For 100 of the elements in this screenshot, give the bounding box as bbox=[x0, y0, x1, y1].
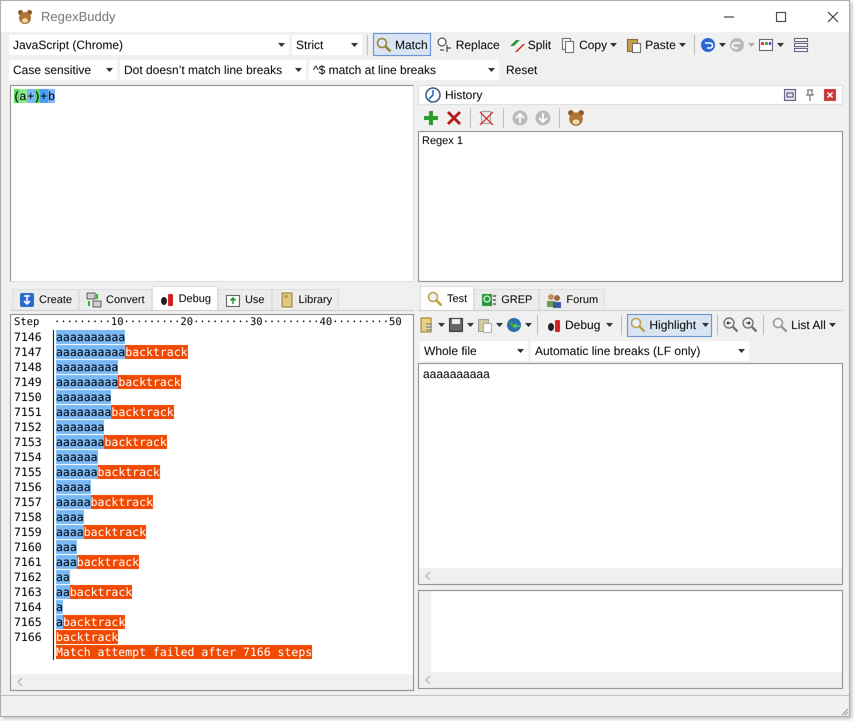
backtrack-label: backtrack bbox=[84, 525, 146, 539]
clear-icon[interactable] bbox=[478, 109, 496, 127]
grep-tab[interactable]: GREP bbox=[474, 289, 540, 310]
horizontal-scrollbar[interactable] bbox=[11, 674, 413, 690]
download-icon bbox=[19, 292, 35, 308]
use-tab[interactable]: Use bbox=[218, 289, 272, 310]
step-number: 7150 bbox=[14, 390, 43, 405]
pin-icon[interactable] bbox=[804, 89, 816, 101]
matched-text: aaaaaaa bbox=[56, 435, 104, 449]
split-button[interactable]: Split bbox=[506, 33, 554, 56]
horizontal-scrollbar[interactable] bbox=[419, 568, 842, 584]
people-icon bbox=[546, 292, 562, 308]
flavor-dropdown[interactable]: JavaScript (Chrome) bbox=[9, 34, 289, 54]
list-all-button[interactable]: List All bbox=[769, 314, 839, 336]
backtrack-label: backtrack bbox=[70, 585, 132, 599]
step-number: 7155 bbox=[14, 465, 43, 480]
save-icon[interactable] bbox=[448, 317, 464, 333]
clipboard-icon[interactable] bbox=[477, 317, 493, 333]
step-number: 7146 bbox=[14, 330, 43, 345]
match-button[interactable]: Match bbox=[373, 33, 431, 56]
step-number: 7159 bbox=[14, 525, 43, 540]
backtrack-label: backtrack bbox=[118, 375, 181, 389]
replace-icon bbox=[436, 36, 453, 52]
caret-icon[interactable] bbox=[496, 323, 503, 327]
debug-button[interactable]: Debug bbox=[543, 314, 616, 336]
caret-icon bbox=[106, 68, 113, 72]
highlight-button[interactable]: Highlight bbox=[627, 314, 712, 336]
step-number: 7166 bbox=[14, 630, 43, 645]
test-tab[interactable]: Test bbox=[420, 286, 474, 310]
bear-icon[interactable] bbox=[567, 109, 585, 127]
test-text: aaaaaaaaaa bbox=[423, 367, 490, 381]
library-icon bbox=[278, 292, 295, 308]
step-number: 7153 bbox=[14, 435, 43, 450]
backtrack-label: backtrack bbox=[98, 465, 160, 479]
layout-icon[interactable] bbox=[758, 36, 774, 52]
backtrack-label: backtrack bbox=[104, 435, 167, 449]
backtrack-label: backtrack bbox=[62, 615, 126, 629]
step-number: 7154 bbox=[14, 450, 43, 465]
matched-text: aaaaaaaaa bbox=[56, 375, 118, 389]
regex-editor[interactable]: (a+)+b bbox=[10, 85, 414, 282]
caret-icon[interactable] bbox=[525, 323, 532, 327]
step-number: 7158 bbox=[14, 510, 43, 525]
backtrack-label: backtrack bbox=[56, 630, 118, 644]
test-editor[interactable]: aaaaaaaaaa bbox=[418, 363, 843, 585]
matched-text: aaaaaaaaa bbox=[56, 360, 118, 374]
list-icon[interactable] bbox=[792, 36, 809, 52]
history-item[interactable]: Regex 1 bbox=[421, 134, 840, 148]
reset-button[interactable]: Reset bbox=[502, 62, 542, 76]
caret-icon bbox=[702, 323, 710, 327]
matched-text: aaaaa bbox=[56, 480, 91, 494]
matched-text: aaaaaaaa bbox=[56, 405, 112, 419]
delete-icon[interactable] bbox=[445, 109, 463, 127]
matched-text: aa bbox=[56, 570, 70, 584]
step-number: 7148 bbox=[14, 360, 43, 375]
add-icon[interactable] bbox=[422, 109, 440, 127]
caret-icon[interactable] bbox=[718, 42, 726, 46]
convert-icon bbox=[86, 292, 102, 308]
resize-grip-icon[interactable] bbox=[839, 706, 849, 716]
scope-dropdown[interactable]: Whole file bbox=[420, 341, 528, 361]
library-tab[interactable]: Library bbox=[272, 289, 340, 310]
copy-button[interactable]: Copy bbox=[557, 33, 620, 56]
caret-icon bbox=[295, 68, 302, 72]
caret-icon[interactable] bbox=[467, 323, 474, 327]
convert-tab[interactable]: Convert bbox=[79, 289, 152, 310]
search-icon bbox=[427, 290, 443, 306]
case-dropdown[interactable]: Case sensitive bbox=[9, 60, 117, 80]
replace-button[interactable]: Replace bbox=[434, 33, 503, 56]
copy-icon bbox=[560, 36, 576, 52]
line-breaks-dropdown[interactable]: Automatic line breaks (LF only) bbox=[531, 341, 749, 361]
paste-button[interactable]: Paste bbox=[623, 33, 689, 56]
next-match-icon[interactable] bbox=[742, 317, 758, 333]
debug-tab[interactable]: Debug bbox=[152, 286, 218, 310]
caret-icon[interactable] bbox=[776, 42, 784, 46]
mode-dropdown[interactable]: Strict bbox=[292, 34, 362, 54]
search-icon bbox=[376, 36, 392, 52]
backtrack-label: backtrack bbox=[76, 555, 140, 569]
anchors-dropdown[interactable]: ^$ match at line breaks bbox=[309, 60, 499, 80]
matched-text: a bbox=[56, 600, 63, 614]
horizontal-scrollbar[interactable] bbox=[419, 672, 842, 688]
matched-text: aaaa bbox=[56, 525, 84, 539]
forum-tab[interactable]: Forum bbox=[539, 289, 606, 310]
failure-message: Match attempt failed after 7166 steps bbox=[56, 645, 312, 659]
globe-icon[interactable] bbox=[506, 317, 522, 333]
step-number: 7164 bbox=[14, 600, 43, 615]
close-icon[interactable] bbox=[827, 10, 839, 22]
history-title: History bbox=[445, 88, 482, 102]
matched-text: aaaaaa bbox=[56, 450, 98, 464]
caret-icon[interactable] bbox=[438, 323, 445, 327]
caret-icon bbox=[351, 42, 358, 46]
maximize-icon[interactable] bbox=[775, 10, 787, 22]
caret-icon bbox=[738, 349, 745, 353]
create-tab[interactable]: Create bbox=[12, 289, 80, 310]
matched-text: aaa bbox=[56, 540, 77, 554]
previous-match-icon[interactable] bbox=[723, 317, 740, 333]
export-icon bbox=[224, 292, 241, 308]
step-number: 7160 bbox=[14, 540, 43, 555]
window-icon[interactable] bbox=[784, 89, 796, 101]
undo-icon[interactable] bbox=[700, 36, 716, 52]
caret-icon bbox=[517, 349, 524, 353]
dot-dropdown[interactable]: Dot doesn’t match line breaks bbox=[120, 60, 306, 80]
